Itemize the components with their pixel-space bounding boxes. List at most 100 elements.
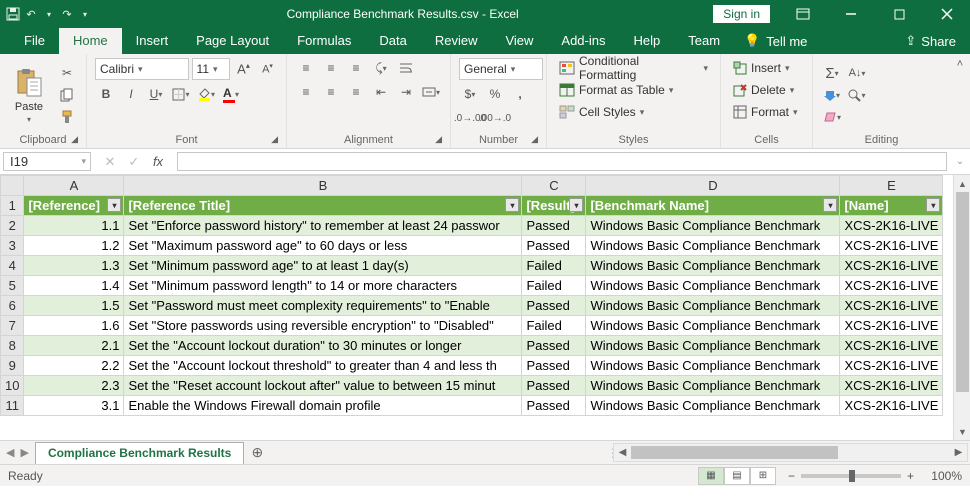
increase-indent-button[interactable]: ⇥: [395, 82, 417, 102]
cell[interactable]: Passed: [522, 216, 586, 236]
vertical-scrollbar[interactable]: ▲ ▼: [953, 175, 970, 440]
zoom-slider[interactable]: [801, 474, 901, 478]
row-header[interactable]: 3: [1, 236, 24, 256]
sort-filter-button[interactable]: A↓▾: [846, 63, 868, 83]
accounting-button[interactable]: $▾: [459, 84, 481, 104]
scroll-thumb[interactable]: [956, 192, 969, 392]
font-name-combo[interactable]: Calibri▾: [95, 58, 189, 80]
cell[interactable]: Passed: [522, 396, 586, 416]
new-sheet-button[interactable]: ⊕: [244, 441, 270, 464]
row-header[interactable]: 1: [1, 196, 24, 216]
scroll-up-icon[interactable]: ▲: [954, 175, 970, 192]
align-top-button[interactable]: ≡: [295, 58, 317, 78]
row-header[interactable]: 2: [1, 216, 24, 236]
header-cell[interactable]: [Reference Title]▾: [124, 196, 522, 216]
tab-addins[interactable]: Add-ins: [547, 28, 619, 54]
wrap-text-button[interactable]: [395, 58, 417, 78]
minimize-button[interactable]: [828, 0, 874, 28]
cell[interactable]: Passed: [522, 376, 586, 396]
dialog-launcher-icon[interactable]: ◢: [435, 134, 442, 145]
clear-button[interactable]: ▾: [821, 107, 843, 127]
filter-icon[interactable]: ▾: [107, 198, 121, 212]
cell[interactable]: 2.3: [24, 376, 124, 396]
number-format-combo[interactable]: General▾: [459, 58, 543, 80]
increase-decimal-button[interactable]: .0→.00: [459, 108, 481, 128]
percent-button[interactable]: %: [484, 84, 506, 104]
zoom-level[interactable]: 100%: [920, 469, 962, 483]
qat-more-icon[interactable]: ▾: [78, 7, 92, 21]
cell[interactable]: XCS-2K16-LIVE: [840, 296, 943, 316]
merge-center-button[interactable]: ▾: [420, 82, 442, 102]
cell[interactable]: Set the "Account lockout threshold" to g…: [124, 356, 522, 376]
tab-home[interactable]: Home: [59, 28, 122, 54]
tab-team[interactable]: Team: [674, 28, 734, 54]
prev-sheet-icon[interactable]: ◀: [6, 446, 14, 459]
ribbon-display-icon[interactable]: [780, 0, 826, 28]
cell[interactable]: Failed: [522, 316, 586, 336]
font-size-combo[interactable]: 11▾: [192, 58, 230, 80]
zoom-in-button[interactable]: +: [907, 469, 914, 483]
tab-view[interactable]: View: [491, 28, 547, 54]
col-header[interactable]: A: [24, 176, 124, 196]
cell[interactable]: Set "Store passwords using reversible en…: [124, 316, 522, 336]
cell[interactable]: 1.6: [24, 316, 124, 336]
redo-icon[interactable]: ↷: [60, 7, 74, 21]
cell[interactable]: XCS-2K16-LIVE: [840, 396, 943, 416]
cell[interactable]: 2.2: [24, 356, 124, 376]
cell-styles-button[interactable]: Cell Styles▾: [555, 102, 648, 122]
cell[interactable]: Set "Minimum password length" to 14 or m…: [124, 276, 522, 296]
col-header[interactable]: D: [586, 176, 840, 196]
cell[interactable]: Windows Basic Compliance Benchmark: [586, 256, 840, 276]
cell[interactable]: Windows Basic Compliance Benchmark: [586, 296, 840, 316]
select-all-corner[interactable]: [1, 176, 24, 196]
cell[interactable]: XCS-2K16-LIVE: [840, 256, 943, 276]
align-center-button[interactable]: ≡: [320, 82, 342, 102]
dialog-launcher-icon[interactable]: ◢: [531, 134, 538, 145]
zoom-knob[interactable]: [849, 470, 855, 482]
autosum-button[interactable]: Σ▾: [821, 63, 843, 83]
italic-button[interactable]: I: [120, 84, 142, 104]
insert-function-button[interactable]: fx: [147, 154, 169, 169]
row-header[interactable]: 6: [1, 296, 24, 316]
close-button[interactable]: [924, 0, 970, 28]
cancel-formula-button[interactable]: ✕: [99, 154, 121, 170]
name-box[interactable]: I19▾: [3, 152, 91, 171]
delete-cells-button[interactable]: Delete▾: [729, 80, 798, 100]
formula-input[interactable]: [177, 152, 947, 171]
underline-button[interactable]: U▾: [145, 84, 167, 104]
row-header[interactable]: 7: [1, 316, 24, 336]
normal-view-button[interactable]: ▦: [698, 467, 724, 485]
worksheet-grid[interactable]: A B C D E 1[Reference]▾[Reference Title]…: [0, 175, 970, 440]
cell[interactable]: Set "Password must meet complexity requi…: [124, 296, 522, 316]
cell[interactable]: Set "Minimum password age" to at least 1…: [124, 256, 522, 276]
font-color-button[interactable]: A▾: [220, 84, 242, 104]
expand-formula-bar-icon[interactable]: ⌄: [950, 149, 970, 174]
col-header[interactable]: C: [522, 176, 586, 196]
tab-help[interactable]: Help: [619, 28, 674, 54]
cell[interactable]: Windows Basic Compliance Benchmark: [586, 376, 840, 396]
page-layout-view-button[interactable]: ▤: [724, 467, 750, 485]
conditional-formatting-button[interactable]: Conditional Formatting▾: [555, 58, 712, 78]
cell[interactable]: Passed: [522, 236, 586, 256]
row-header[interactable]: 8: [1, 336, 24, 356]
comma-button[interactable]: ,: [509, 84, 531, 104]
decrease-decimal-button[interactable]: .00→.0: [484, 108, 506, 128]
filter-icon[interactable]: ▾: [569, 198, 583, 212]
orientation-button[interactable]: ⤹▾: [370, 58, 392, 78]
dialog-launcher-icon[interactable]: ◢: [271, 134, 278, 145]
cell[interactable]: 1.2: [24, 236, 124, 256]
bold-button[interactable]: B: [95, 84, 117, 104]
tab-file[interactable]: File: [10, 28, 59, 54]
copy-button[interactable]: [56, 85, 78, 105]
fill-color-button[interactable]: ▾: [195, 84, 217, 104]
scroll-right-icon[interactable]: ▶: [950, 447, 967, 458]
insert-cells-button[interactable]: Insert▾: [729, 58, 794, 78]
cell[interactable]: Windows Basic Compliance Benchmark: [586, 356, 840, 376]
cell[interactable]: Windows Basic Compliance Benchmark: [586, 336, 840, 356]
cell[interactable]: Windows Basic Compliance Benchmark: [586, 216, 840, 236]
tab-data[interactable]: Data: [365, 28, 420, 54]
cell[interactable]: Passed: [522, 356, 586, 376]
format-as-table-button[interactable]: Format as Table▾: [555, 80, 677, 100]
header-cell[interactable]: [Name]▾: [840, 196, 943, 216]
cell[interactable]: 2.1: [24, 336, 124, 356]
